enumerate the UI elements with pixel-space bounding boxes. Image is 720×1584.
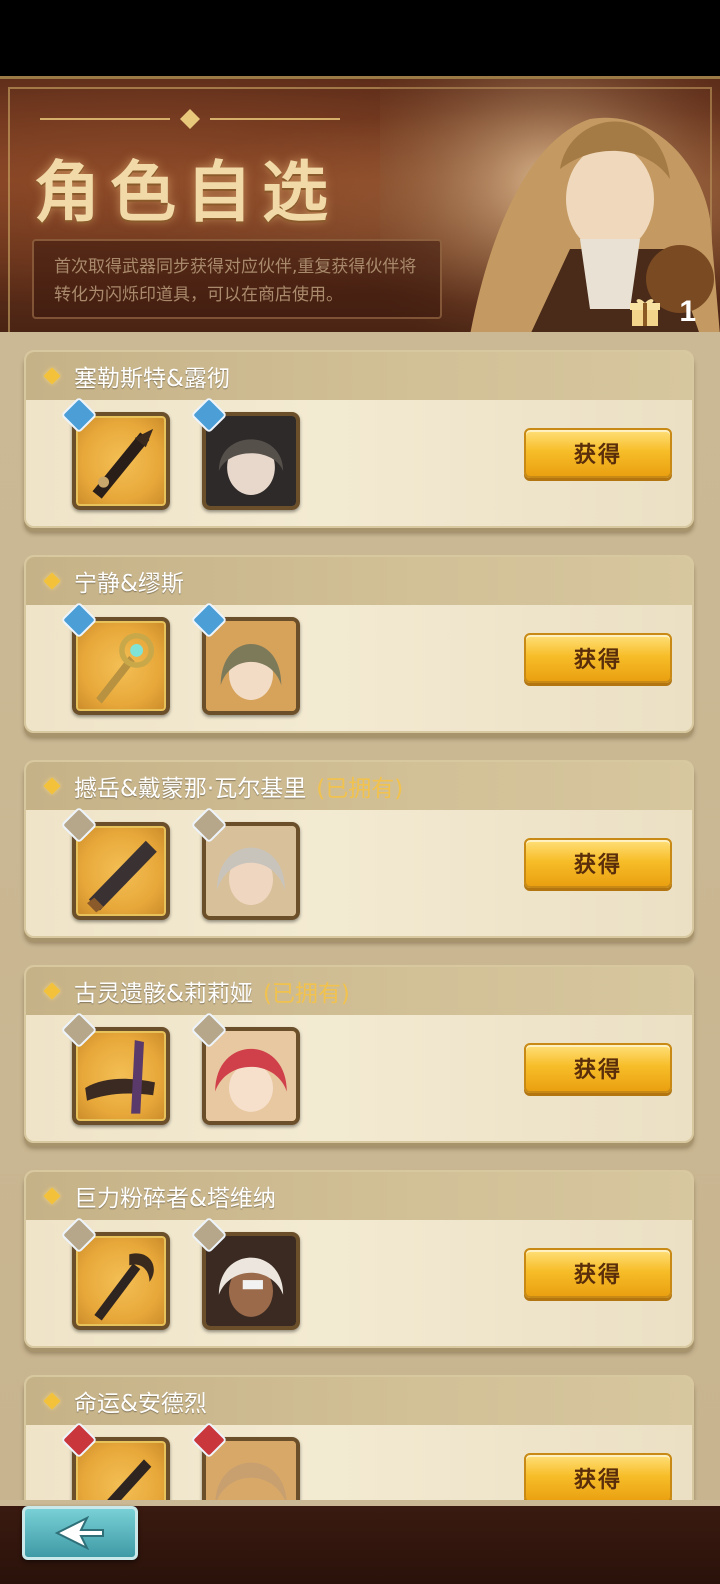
list-item: 古灵遗骸&莉莉娅 (已拥有) 获得 bbox=[24, 965, 694, 1143]
weapon-icon[interactable] bbox=[72, 617, 170, 715]
item-header: 宁静&缪斯 bbox=[26, 557, 692, 605]
diamond-icon bbox=[43, 367, 61, 385]
diamond-icon bbox=[43, 777, 61, 795]
page-title: 角色自选 bbox=[34, 153, 338, 231]
item-header: 巨力粉碎者&塔维纳 bbox=[26, 1172, 692, 1220]
weapon-icon[interactable] bbox=[72, 1232, 170, 1330]
item-name: 宁静&缪斯 bbox=[74, 571, 184, 597]
item-name: 巨力粉碎者&塔维纳 bbox=[74, 1186, 276, 1212]
back-arrow-icon bbox=[54, 1516, 104, 1550]
character-avatar[interactable] bbox=[202, 412, 300, 510]
item-header: 撼岳&戴蒙那·瓦尔基里 (已拥有) bbox=[26, 762, 692, 810]
gift-counter: 1 bbox=[629, 295, 696, 329]
banner: 角色自选 首次取得武器同步获得对应伙伴,重复获得伙伴将转化为闪烁印道具，可以在商… bbox=[0, 76, 720, 332]
get-button[interactable]: 获得 bbox=[524, 633, 672, 683]
gift-count: 1 bbox=[679, 295, 696, 328]
list-item: 撼岳&戴蒙那·瓦尔基里 (已拥有) 获得 bbox=[24, 760, 694, 938]
weapon-icon[interactable] bbox=[72, 1027, 170, 1125]
get-button[interactable]: 获得 bbox=[524, 1453, 672, 1500]
get-button[interactable]: 获得 bbox=[524, 1248, 672, 1298]
status-bar bbox=[0, 0, 720, 76]
owned-label: (已拥有) bbox=[316, 776, 404, 802]
diamond-icon bbox=[43, 1392, 61, 1410]
weapon-icon[interactable] bbox=[72, 822, 170, 920]
character-avatar[interactable] bbox=[202, 1027, 300, 1125]
weapon-icon[interactable] bbox=[72, 412, 170, 510]
diamond-icon bbox=[43, 572, 61, 590]
item-name: 塞勒斯特&露彻 bbox=[74, 366, 230, 392]
list-item: 塞勒斯特&露彻 获得 bbox=[24, 350, 694, 528]
diamond-icon bbox=[43, 1187, 61, 1205]
get-button[interactable]: 获得 bbox=[524, 838, 672, 888]
list-item: 宁静&缪斯 获得 bbox=[24, 555, 694, 733]
character-avatar[interactable] bbox=[202, 822, 300, 920]
owned-label: (已拥有) bbox=[262, 981, 350, 1007]
character-avatar[interactable] bbox=[202, 617, 300, 715]
item-name: 古灵遗骸&莉莉娅 bbox=[74, 981, 253, 1007]
item-name: 撼岳&戴蒙那·瓦尔基里 bbox=[74, 776, 307, 802]
item-list[interactable]: 塞勒斯特&露彻 获得 宁静&缪斯 获得 撼岳&戴蒙那·瓦尔基里 (已拥有) 获得… bbox=[0, 332, 720, 1500]
banner-ornament bbox=[40, 109, 340, 129]
character-avatar[interactable] bbox=[202, 1232, 300, 1330]
item-header: 古灵遗骸&莉莉娅 (已拥有) bbox=[26, 967, 692, 1015]
get-button[interactable]: 获得 bbox=[524, 1043, 672, 1093]
gift-icon bbox=[630, 299, 661, 326]
item-name: 命运&安德烈 bbox=[74, 1391, 207, 1417]
list-item: 命运&安德烈 获得 bbox=[24, 1375, 694, 1500]
banner-description: 首次取得武器同步获得对应伙伴,重复获得伙伴将转化为闪烁印道具，可以在商店使用。 bbox=[32, 239, 442, 319]
item-header: 命运&安德烈 bbox=[26, 1377, 692, 1425]
diamond-icon bbox=[43, 982, 61, 1000]
list-item: 巨力粉碎者&塔维纳 获得 bbox=[24, 1170, 694, 1348]
get-button[interactable]: 获得 bbox=[524, 428, 672, 478]
back-button[interactable] bbox=[22, 1506, 138, 1560]
item-header: 塞勒斯特&露彻 bbox=[26, 352, 692, 400]
